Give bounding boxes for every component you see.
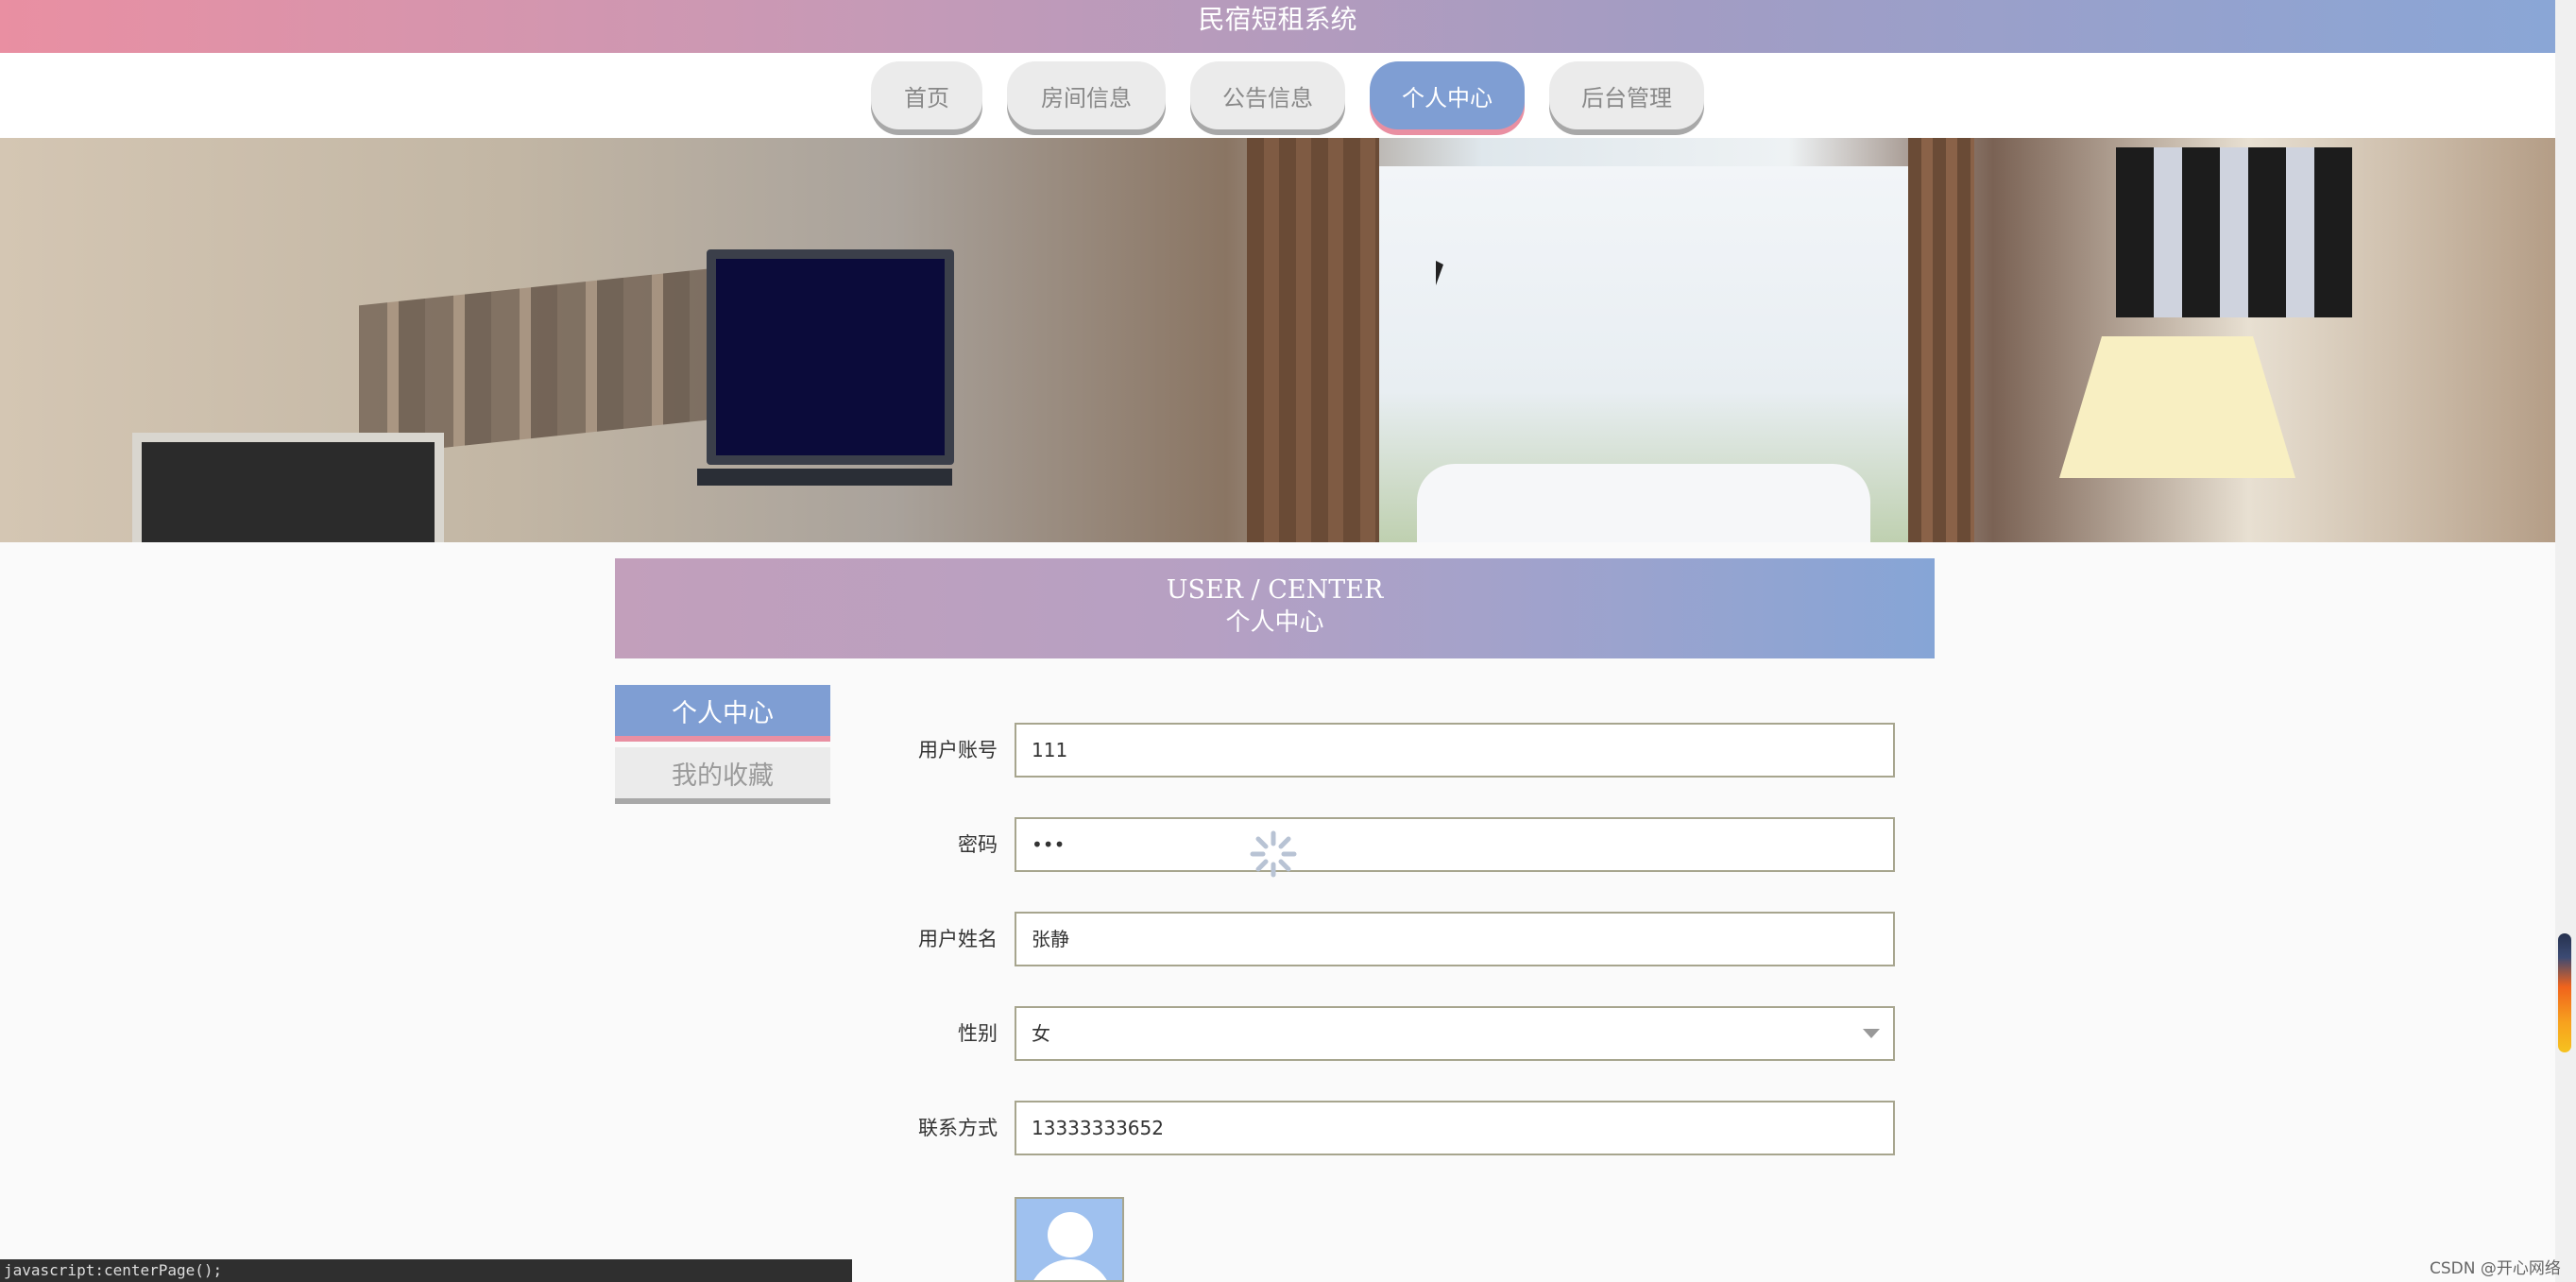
section-title-cn: 个人中心 bbox=[1225, 608, 1324, 637]
sidebar-item-favorites[interactable]: 我的收藏 bbox=[615, 747, 830, 804]
chevron-down-icon bbox=[1863, 1029, 1880, 1038]
nav-home[interactable]: 首页 bbox=[871, 61, 982, 129]
phone-input[interactable]: 13333333652 bbox=[1015, 1101, 1895, 1155]
name-label: 用户姓名 bbox=[918, 928, 998, 950]
sidebar-item-user-center[interactable]: 个人中心 bbox=[615, 685, 830, 742]
nav-user-center[interactable]: 个人中心 bbox=[1370, 61, 1525, 129]
site-header: 民宿短租系统 bbox=[0, 0, 2555, 53]
nav-rooms[interactable]: 房间信息 bbox=[1007, 61, 1166, 129]
section-title-en: USER / CENTER bbox=[1166, 575, 1384, 605]
section-header: USER / CENTER 个人中心 bbox=[615, 558, 1935, 658]
mouse-cursor-icon bbox=[1436, 261, 1443, 285]
account-input[interactable]: 111 bbox=[1015, 723, 1895, 778]
form-row-gender: 性别 女 bbox=[850, 1006, 1899, 1061]
form-row-password: 密码 ••• bbox=[850, 817, 1899, 872]
password-label: 密码 bbox=[958, 833, 998, 856]
name-input[interactable]: 张静 bbox=[1015, 912, 1895, 966]
scrollbar-thumb[interactable] bbox=[2558, 933, 2571, 1052]
sidebar: 个人中心 我的收藏 bbox=[615, 685, 830, 804]
account-label: 用户账号 bbox=[918, 739, 998, 761]
main-nav: 首页 房间信息 公告信息 个人中心 后台管理 bbox=[0, 53, 2555, 138]
site-title: 民宿短租系统 bbox=[1198, 4, 1357, 35]
page-scrollbar[interactable] bbox=[2555, 0, 2576, 1282]
form-row-account: 用户账号 111 bbox=[850, 723, 1899, 778]
gender-label: 性别 bbox=[958, 1022, 998, 1045]
gender-select[interactable]: 女 bbox=[1015, 1006, 1895, 1061]
browser-status-bar: javascript:centerPage(); bbox=[0, 1259, 852, 1282]
nav-admin[interactable]: 后台管理 bbox=[1549, 61, 1704, 129]
password-input[interactable]: ••• bbox=[1015, 817, 1895, 872]
gender-selected-value: 女 bbox=[1032, 1022, 1050, 1045]
nav-notices[interactable]: 公告信息 bbox=[1190, 61, 1345, 129]
phone-label: 联系方式 bbox=[918, 1117, 998, 1139]
form-row-name: 用户姓名 张静 bbox=[850, 912, 1899, 966]
loading-spinner-icon bbox=[1250, 830, 1297, 878]
banner-image bbox=[0, 138, 2555, 542]
form-row-phone: 联系方式 13333333652 bbox=[850, 1101, 1899, 1155]
watermark: CSDN @开心网络 bbox=[2430, 1259, 2561, 1278]
user-avatar-placeholder-icon[interactable] bbox=[1015, 1197, 1124, 1282]
